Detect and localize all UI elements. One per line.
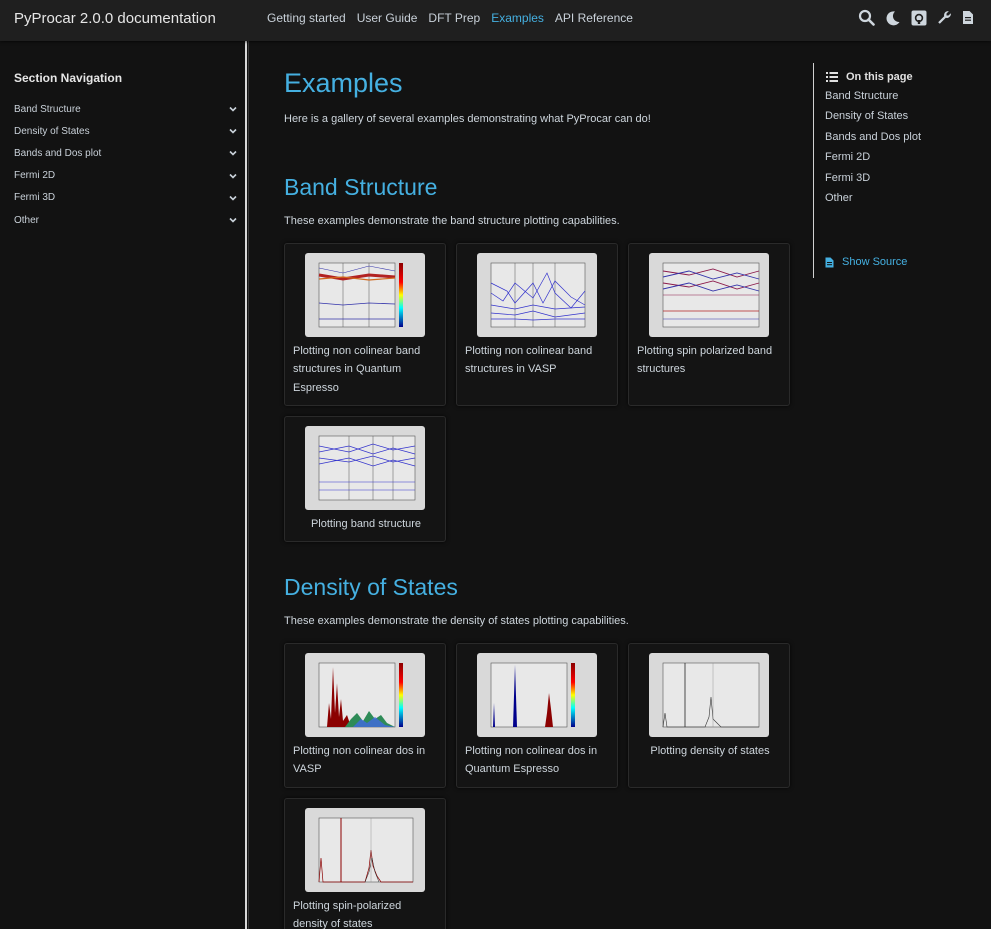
gallery-card[interactable]: Plotting spin polarized band structures bbox=[628, 243, 790, 406]
gallery-card[interactable]: Plotting non colinear dos in VASP bbox=[284, 643, 446, 788]
toc-list: Band Structure Density of States Bands a… bbox=[825, 90, 921, 212]
sidebar-divider[interactable] bbox=[245, 41, 249, 929]
list-icon bbox=[826, 72, 838, 82]
card-caption[interactable]: Plotting non colinear band structures in… bbox=[465, 342, 611, 379]
nav-api-reference[interactable]: API Reference bbox=[555, 11, 633, 25]
nav-getting-started[interactable]: Getting started bbox=[267, 11, 346, 25]
sidebar-item-label[interactable]: Other bbox=[14, 215, 39, 226]
sidebar-item-fermi-3d[interactable]: Fermi 3D bbox=[14, 187, 238, 209]
chevron-down-icon[interactable] bbox=[228, 126, 238, 136]
sidebar-item-label[interactable]: Band Structure bbox=[14, 104, 81, 115]
on-this-page: On this page Band Structure Density of S… bbox=[813, 63, 973, 278]
show-source-label[interactable]: Show Source bbox=[842, 256, 907, 268]
chevron-down-icon[interactable] bbox=[228, 215, 238, 225]
toc-item-fermi-3d[interactable]: Fermi 3D bbox=[825, 172, 921, 192]
sidebar-item-band-structure[interactable]: Band Structure bbox=[14, 98, 238, 120]
thumbnail-image[interactable] bbox=[305, 253, 425, 337]
toc-item-bands-and-dos[interactable]: Bands and Dos plot bbox=[825, 131, 921, 151]
chevron-down-icon[interactable] bbox=[228, 193, 238, 203]
section-nav-list: Band Structure Density of States Bands a… bbox=[14, 98, 238, 231]
sidebar-item-density-of-states[interactable]: Density of States bbox=[14, 120, 238, 142]
card-caption[interactable]: Plotting density of states bbox=[637, 742, 783, 760]
show-source-link[interactable]: Show Source bbox=[825, 256, 907, 268]
thumbnail-image[interactable] bbox=[477, 653, 597, 737]
nav-examples[interactable]: Examples bbox=[491, 11, 544, 25]
chevron-down-icon[interactable] bbox=[228, 148, 238, 158]
page-title: Examples bbox=[284, 68, 403, 98]
moon-icon[interactable] bbox=[885, 10, 901, 26]
top-navbar: PyProcar 2.0.0 documentation Getting sta… bbox=[0, 0, 991, 41]
card-caption[interactable]: Plotting spin-polarized density of state… bbox=[293, 897, 439, 929]
file-icon bbox=[825, 257, 834, 267]
site-brand[interactable]: PyProcar 2.0.0 documentation bbox=[14, 10, 216, 27]
section-description: These examples demonstrate the band stru… bbox=[284, 215, 620, 227]
card-caption[interactable]: Plotting non colinear band structures in… bbox=[293, 342, 439, 397]
search-icon[interactable] bbox=[858, 9, 875, 26]
gallery-card[interactable]: Plotting band structure bbox=[284, 416, 446, 542]
sidebar-item-label[interactable]: Fermi 3D bbox=[14, 192, 55, 203]
gallery-card[interactable]: Plotting density of states bbox=[628, 643, 790, 788]
sidebar-item-other[interactable]: Other bbox=[14, 209, 238, 231]
sidebar-item-label[interactable]: Density of States bbox=[14, 126, 90, 137]
intro-text: Here is a gallery of several examples de… bbox=[284, 113, 651, 125]
sidebar-item-label[interactable]: Fermi 2D bbox=[14, 170, 55, 181]
toc-item-fermi-2d[interactable]: Fermi 2D bbox=[825, 151, 921, 171]
wrench-icon[interactable] bbox=[937, 10, 952, 25]
card-caption[interactable]: Plotting non colinear dos in VASP bbox=[293, 742, 439, 779]
toc-item-density-of-states[interactable]: Density of States bbox=[825, 110, 921, 130]
file-icon[interactable] bbox=[962, 10, 974, 25]
card-caption[interactable]: Plotting non colinear dos in Quantum Esp… bbox=[465, 742, 611, 779]
toc-title: On this page bbox=[826, 71, 913, 83]
nav-user-guide[interactable]: User Guide bbox=[357, 11, 418, 25]
header-icons bbox=[848, 9, 974, 26]
gallery-card[interactable]: Plotting non colinear band structures in… bbox=[284, 243, 446, 406]
thumbnail-image[interactable] bbox=[649, 253, 769, 337]
thumbnail-image[interactable] bbox=[305, 808, 425, 892]
section-heading-band-structure: Band Structure bbox=[284, 174, 438, 200]
thumbnail-image[interactable] bbox=[305, 426, 425, 510]
section-description: These examples demonstrate the density o… bbox=[284, 615, 629, 627]
nav-dft-prep[interactable]: DFT Prep bbox=[428, 11, 480, 25]
section-heading-density-of-states: Density of States bbox=[284, 574, 458, 600]
card-caption[interactable]: Plotting spin polarized band structures bbox=[637, 342, 783, 379]
thumbnail-image[interactable] bbox=[305, 653, 425, 737]
toc-title-text: On this page bbox=[846, 71, 913, 83]
thumbnail-image[interactable] bbox=[649, 653, 769, 737]
card-caption[interactable]: Plotting band structure bbox=[293, 515, 439, 533]
toc-item-band-structure[interactable]: Band Structure bbox=[825, 90, 921, 110]
gallery-card[interactable]: Plotting non colinear dos in Quantum Esp… bbox=[456, 643, 618, 788]
sidebar-item-bands-and-dos[interactable]: Bands and Dos plot bbox=[14, 142, 238, 164]
gallery-card[interactable]: Plotting spin-polarized density of state… bbox=[284, 798, 446, 929]
toc-item-other[interactable]: Other bbox=[825, 192, 921, 212]
section-navigation: Section Navigation Band Structure Densit… bbox=[0, 41, 248, 929]
chevron-down-icon[interactable] bbox=[228, 171, 238, 181]
top-nav: Getting started User Guide DFT Prep Exam… bbox=[267, 11, 644, 25]
sidebar-item-label[interactable]: Bands and Dos plot bbox=[14, 148, 101, 159]
section-navigation-title: Section Navigation bbox=[14, 71, 123, 85]
gallery-card[interactable]: Plotting non colinear band structures in… bbox=[456, 243, 618, 406]
sidebar-item-fermi-2d[interactable]: Fermi 2D bbox=[14, 165, 238, 187]
github-icon[interactable] bbox=[911, 10, 927, 26]
thumbnail-image[interactable] bbox=[477, 253, 597, 337]
chevron-down-icon[interactable] bbox=[228, 104, 238, 114]
